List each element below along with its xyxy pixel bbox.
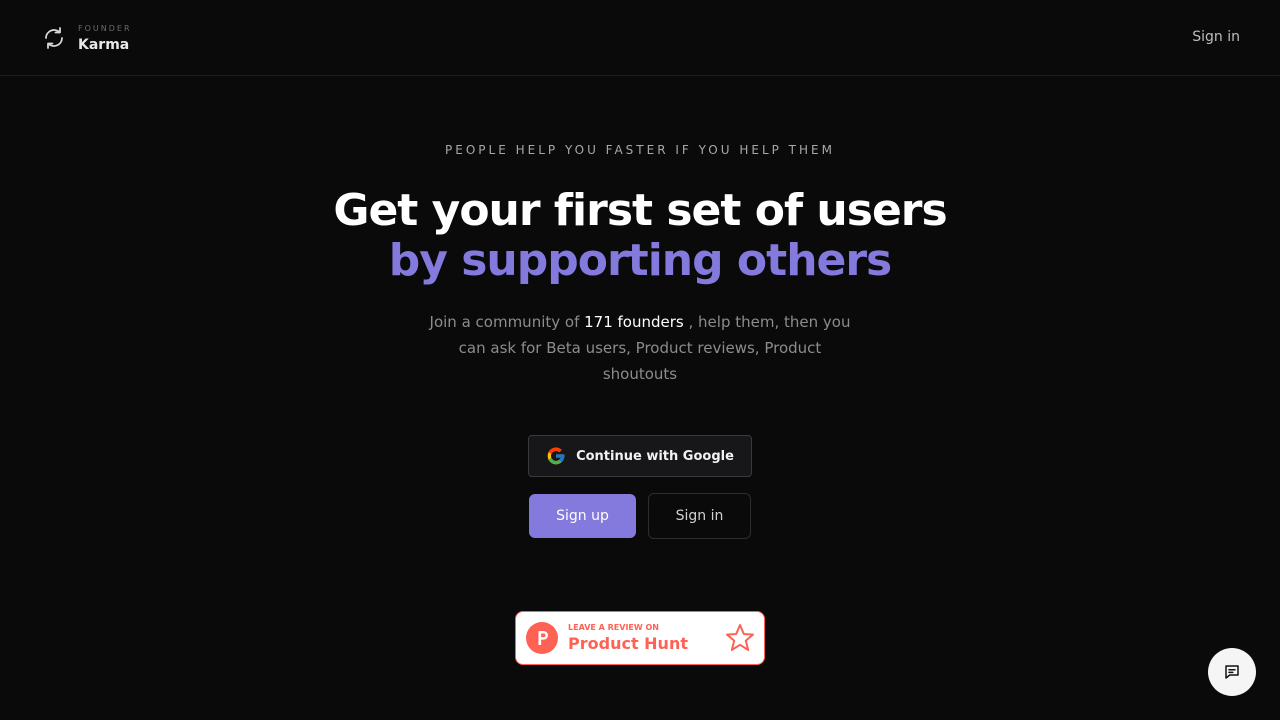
page-title: Get your first set of users by supportin…: [0, 186, 1280, 286]
product-hunt-badge[interactable]: LEAVE A REVIEW ON Product Hunt: [515, 611, 765, 665]
continue-with-google-button[interactable]: Continue with Google: [528, 435, 752, 477]
founders-count: 171 founders: [584, 313, 684, 331]
signin-button[interactable]: Sign in: [648, 493, 751, 539]
signup-button[interactable]: Sign up: [529, 494, 636, 538]
product-hunt-text: LEAVE A REVIEW ON Product Hunt: [568, 624, 724, 652]
logo-text: FOUNDER Karma: [78, 23, 132, 53]
product-hunt-small-text: LEAVE A REVIEW ON: [568, 623, 659, 632]
google-icon: [546, 446, 566, 466]
headline-line2: by supporting others: [388, 235, 893, 286]
description: Join a community of 171 founders , help …: [420, 309, 860, 387]
chat-button[interactable]: [1208, 648, 1256, 696]
logo-small-text: FOUNDER: [78, 23, 132, 33]
tagline: PEOPLE HELP YOU FASTER IF YOU HELP THEM: [445, 143, 835, 157]
headline-line1: Get your first set of users: [333, 185, 947, 236]
product-hunt-icon: [526, 622, 558, 654]
star-icon: [724, 622, 756, 654]
header: FOUNDER Karma Sign in: [0, 0, 1280, 76]
logo-brand-name: Karma: [78, 36, 130, 53]
logo[interactable]: FOUNDER Karma: [42, 20, 132, 56]
chat-icon: [1223, 663, 1241, 681]
description-prefix: Join a community of: [429, 313, 585, 331]
google-button-label: Continue with Google: [576, 448, 734, 464]
header-signin-link[interactable]: Sign in: [1192, 29, 1240, 45]
refresh-icon: [42, 26, 66, 50]
product-hunt-big-text: Product Hunt: [568, 634, 688, 653]
